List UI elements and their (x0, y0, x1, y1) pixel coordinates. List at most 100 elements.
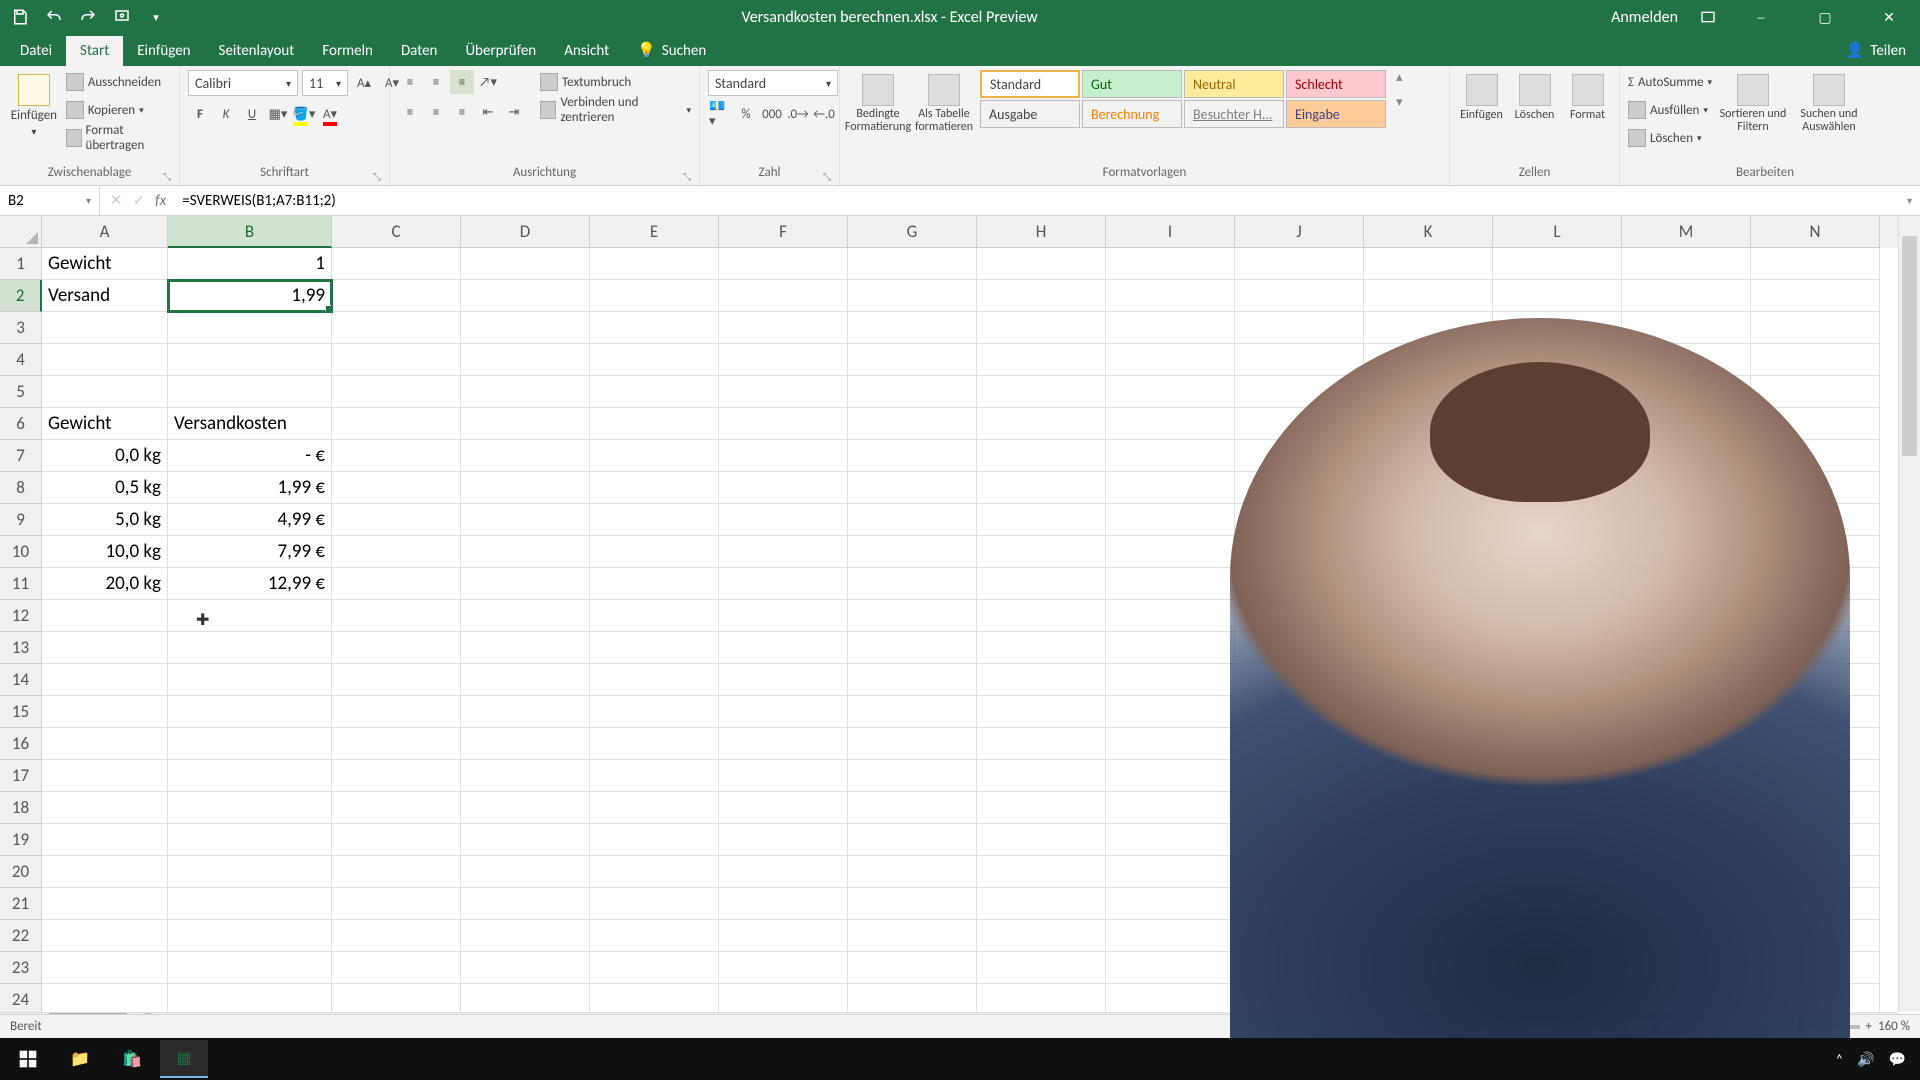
cell-I19[interactable] (1106, 824, 1235, 856)
cell-E22[interactable] (590, 920, 719, 952)
cell-D10[interactable] (461, 536, 590, 568)
ribbon-display-icon[interactable] (1696, 5, 1720, 29)
cell-A6[interactable]: Gewicht (42, 408, 168, 440)
cell-F17[interactable] (719, 760, 848, 792)
row-header-17[interactable]: 17 (0, 760, 42, 792)
excel-taskbar-button[interactable]: ▦ (160, 1040, 208, 1078)
cell-E10[interactable] (590, 536, 719, 568)
cell-D8[interactable] (461, 472, 590, 504)
align-middle-button[interactable]: ≡ (424, 70, 448, 94)
cell-H20[interactable] (977, 856, 1106, 888)
align-left-button[interactable]: ≡ (398, 100, 422, 124)
cell-I7[interactable] (1106, 440, 1235, 472)
cell-B15[interactable] (168, 696, 332, 728)
cell-D11[interactable] (461, 568, 590, 600)
cell-D5[interactable] (461, 376, 590, 408)
font-size-combo[interactable]: 11▾ (302, 70, 348, 96)
tray-notifications-icon[interactable]: 💬 (1889, 1051, 1906, 1068)
row-header-14[interactable]: 14 (0, 664, 42, 696)
cell-A15[interactable] (42, 696, 168, 728)
cell-F11[interactable] (719, 568, 848, 600)
cell-J2[interactable] (1235, 280, 1364, 312)
undo-icon[interactable] (42, 5, 66, 29)
cell-D3[interactable] (461, 312, 590, 344)
cell-A16[interactable] (42, 728, 168, 760)
cell-F20[interactable] (719, 856, 848, 888)
cell-F21[interactable] (719, 888, 848, 920)
cell-D20[interactable] (461, 856, 590, 888)
cell-B4[interactable] (168, 344, 332, 376)
cell-H5[interactable] (977, 376, 1106, 408)
row-header-10[interactable]: 10 (0, 536, 42, 568)
cell-N2[interactable] (1751, 280, 1880, 312)
row-header-9[interactable]: 9 (0, 504, 42, 536)
cell-G7[interactable] (848, 440, 977, 472)
cell-N1[interactable] (1751, 248, 1880, 280)
cell-A18[interactable] (42, 792, 168, 824)
cell-E11[interactable] (590, 568, 719, 600)
cell-E14[interactable] (590, 664, 719, 696)
format-as-table-button[interactable]: Als Tabelle formatieren (914, 70, 974, 134)
cell-C3[interactable] (332, 312, 461, 344)
align-top-button[interactable]: ≡ (398, 70, 422, 94)
align-bottom-button[interactable]: ≡ (450, 70, 474, 94)
cell-H13[interactable] (977, 632, 1106, 664)
cell-D9[interactable] (461, 504, 590, 536)
cell-D21[interactable] (461, 888, 590, 920)
row-header-6[interactable]: 6 (0, 408, 42, 440)
fx-icon[interactable]: fx (155, 192, 176, 210)
cell-I14[interactable] (1106, 664, 1235, 696)
row-header-4[interactable]: 4 (0, 344, 42, 376)
store-button[interactable]: 🛍️ (108, 1040, 156, 1078)
qat-dropdown-icon[interactable]: ▾ (144, 5, 168, 29)
cell-G8[interactable] (848, 472, 977, 504)
column-header-A[interactable]: A (42, 216, 168, 248)
cell-G1[interactable] (848, 248, 977, 280)
row-header-21[interactable]: 21 (0, 888, 42, 920)
cell-F3[interactable] (719, 312, 848, 344)
cell-D14[interactable] (461, 664, 590, 696)
comma-format-button[interactable]: 000 (760, 102, 784, 126)
touch-mode-icon[interactable] (110, 5, 134, 29)
cell-C21[interactable] (332, 888, 461, 920)
percent-format-button[interactable]: % (734, 102, 758, 126)
row-header-2[interactable]: 2 (0, 280, 42, 312)
tab-layout[interactable]: Seitenlayout (205, 36, 309, 66)
cell-A5[interactable] (42, 376, 168, 408)
cell-D13[interactable] (461, 632, 590, 664)
wrap-text-button[interactable]: Textumbruch (540, 70, 691, 94)
cell-A11[interactable]: 20,0 kg (42, 568, 168, 600)
cell-B16[interactable] (168, 728, 332, 760)
zoom-in-button[interactable]: + (1866, 1019, 1872, 1034)
cell-A23[interactable] (42, 952, 168, 984)
increase-indent-button[interactable]: ⇥ (502, 100, 526, 124)
row-header-13[interactable]: 13 (0, 632, 42, 664)
cell-I16[interactable] (1106, 728, 1235, 760)
cell-G22[interactable] (848, 920, 977, 952)
share-button[interactable]: 👤 Teilen (1832, 35, 1920, 66)
vertical-scrollbar[interactable] (1898, 216, 1920, 1012)
cell-G13[interactable] (848, 632, 977, 664)
cell-H14[interactable] (977, 664, 1106, 696)
cell-B18[interactable] (168, 792, 332, 824)
select-all-corner[interactable] (0, 216, 42, 248)
cell-C19[interactable] (332, 824, 461, 856)
cell-C8[interactable] (332, 472, 461, 504)
cell-H22[interactable] (977, 920, 1106, 952)
column-header-G[interactable]: G (848, 216, 977, 248)
align-right-button[interactable]: ≡ (450, 100, 474, 124)
cell-E9[interactable] (590, 504, 719, 536)
cell-I6[interactable] (1106, 408, 1235, 440)
save-icon[interactable] (8, 5, 32, 29)
cell-F16[interactable] (719, 728, 848, 760)
row-header-12[interactable]: 12 (0, 600, 42, 632)
column-header-C[interactable]: C (332, 216, 461, 248)
tab-data[interactable]: Daten (387, 36, 451, 66)
cell-C20[interactable] (332, 856, 461, 888)
start-button[interactable] (4, 1040, 52, 1078)
cell-G18[interactable] (848, 792, 977, 824)
cell-E15[interactable] (590, 696, 719, 728)
cell-E7[interactable] (590, 440, 719, 472)
cell-D22[interactable] (461, 920, 590, 952)
cell-C10[interactable] (332, 536, 461, 568)
